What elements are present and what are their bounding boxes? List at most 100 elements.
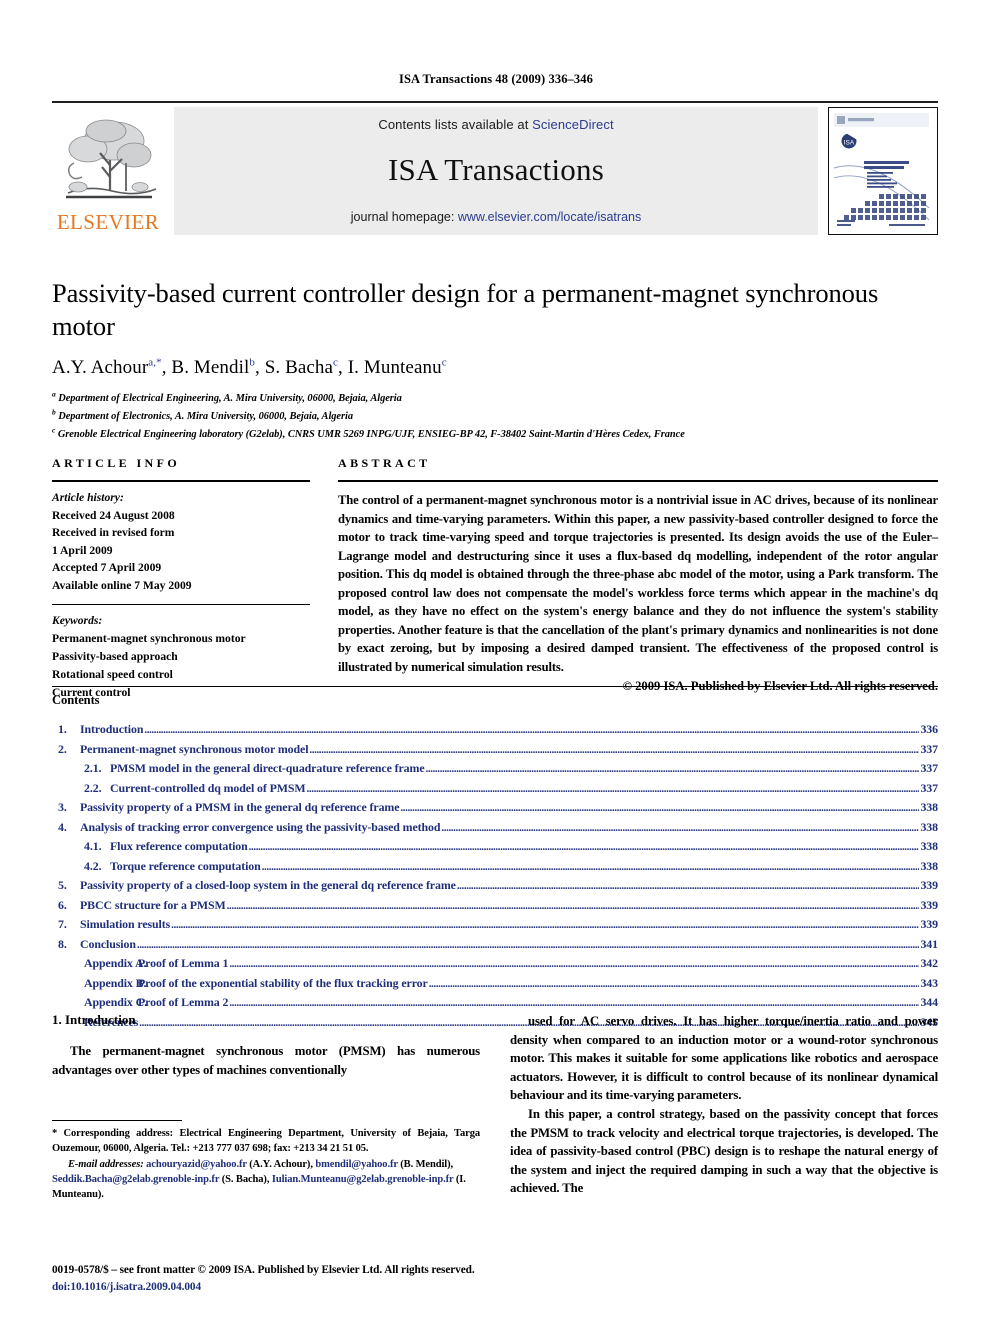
contents-item-label[interactable]: PBCC structure for a PMSM xyxy=(80,896,226,916)
doi-line[interactable]: doi:10.1016/j.isatra.2009.04.004 xyxy=(52,1279,938,1296)
contents-section: Contents 1. Introduction.................… xyxy=(52,686,938,1032)
journal-homepage-line: journal homepage: www.elsevier.com/locat… xyxy=(351,210,641,224)
contents-item[interactable]: 3. Passivity property of a PMSM in the ge… xyxy=(52,798,938,818)
homepage-prefix: journal homepage: xyxy=(350,209,458,224)
contents-item[interactable]: 2.2. Current-controlled dq model of PMSM.… xyxy=(52,779,938,799)
contents-item[interactable]: 4.2. Torque reference computation........… xyxy=(52,857,938,877)
elsevier-wordmark: ELSEVIER xyxy=(56,210,160,234)
history-item: Accepted 7 April 2009 xyxy=(52,561,162,575)
contents-item[interactable]: 2. Permanent-magnet synchronous motor mod… xyxy=(52,740,938,760)
affiliation-text: Department of Electronics, A. Mira Unive… xyxy=(58,410,353,422)
contents-item-label[interactable]: Passivity property of a closed-loop syst… xyxy=(80,876,456,896)
contents-leader-dots: ........................................… xyxy=(229,958,920,971)
contents-item[interactable]: 2.1. PMSM model in the general direct-qua… xyxy=(52,759,938,779)
contents-item-label[interactable]: Current-controlled dq model of PMSM xyxy=(110,779,306,799)
journal-cover-thumbnail: ISA xyxy=(828,107,938,235)
contents-item-page: 343 xyxy=(920,975,938,990)
email-owner: (S. Bacha) xyxy=(221,1173,267,1185)
email-owner: (B. Mendil) xyxy=(400,1158,451,1170)
email-link[interactable]: achouryazid@yahoo.fr xyxy=(146,1159,247,1170)
contents-item[interactable]: 4.1. Flux reference computation..........… xyxy=(52,837,938,857)
email-addresses: E-mail addresses: achouryazid@yahoo.fr (… xyxy=(52,1158,466,1201)
journal-homepage-link[interactable]: www.elsevier.com/locate/isatrans xyxy=(458,210,641,224)
contents-leader-dots: ........................................… xyxy=(226,899,920,912)
contents-item[interactable]: Appendix A. Proof of Lemma 1.............… xyxy=(52,954,938,974)
contents-item[interactable]: 7. Simulation results....................… xyxy=(52,915,938,935)
history-item: 1 April 2009 xyxy=(52,543,113,557)
affiliation-list: a Department of Electrical Engineering, … xyxy=(52,390,938,444)
contents-item-page: 337 xyxy=(920,761,938,776)
contents-item-label[interactable]: Proof of Lemma 2 xyxy=(138,993,228,1013)
email-owner: (A.Y. Achour) xyxy=(249,1158,311,1170)
contents-leader-dots: ........................................… xyxy=(306,782,920,795)
contents-item-page: 337 xyxy=(920,780,938,795)
contents-item-label[interactable]: Torque reference computation xyxy=(110,857,261,877)
sciencedirect-link[interactable]: ScienceDirect xyxy=(532,117,614,132)
email-link[interactable]: Iulian.Munteanu@g2elab.grenoble-inp.fr xyxy=(272,1174,454,1185)
info-abstract-section: ARTICLE INFO Article history: Received 2… xyxy=(52,456,938,702)
history-item: Received 24 August 2008 xyxy=(52,508,175,522)
introduction-paragraph: In this paper, a control strategy, based… xyxy=(510,1107,938,1196)
contents-item[interactable]: 8. Conclusion............................… xyxy=(52,935,938,955)
contents-heading: Contents xyxy=(52,693,100,707)
contents-leader-dots: ........................................… xyxy=(144,724,919,736)
introduction-paragraph: The permanent-magnet synchronous motor (… xyxy=(52,1044,480,1077)
author-name: S. Bacha xyxy=(264,356,334,378)
contents-available-line: Contents lists available at ScienceDirec… xyxy=(378,117,613,132)
contents-item-label[interactable]: Proof of the exponential stability of th… xyxy=(138,974,428,994)
article-history-label: Article history: xyxy=(52,491,124,504)
contents-item[interactable]: 6. PBCC structure for a PMSM.............… xyxy=(52,896,938,916)
contents-leader-dots: ........................................… xyxy=(309,743,919,756)
contents-leader-dots: ........................................… xyxy=(456,880,920,893)
affiliation-mark: c xyxy=(52,425,56,435)
contents-item-label[interactable]: PMSM model in the general direct-quadrat… xyxy=(110,759,425,779)
contents-item-label[interactable]: Proof of Lemma 1 xyxy=(138,954,228,974)
contents-item-label[interactable]: Introduction xyxy=(80,720,143,740)
issn-line: 0019-0578/$ – see front matter © 2009 IS… xyxy=(52,1264,475,1276)
contents-item[interactable]: Appendix C. Proof of Lemma 2.............… xyxy=(52,993,938,1013)
contents-item-page: 338 xyxy=(920,839,938,854)
email-link[interactable]: bmendil@yahoo.fr xyxy=(315,1159,397,1170)
contents-item-page: 344 xyxy=(920,995,938,1010)
keyword-item: Rotational speed control xyxy=(52,667,173,681)
contents-available-prefix: Contents lists available at xyxy=(378,116,533,132)
contents-item-label[interactable]: Analysis of tracking error convergence u… xyxy=(80,818,441,838)
elsevier-logo: ELSEVIER xyxy=(52,107,164,235)
corresponding-address: * Corresponding address: Electrical Engi… xyxy=(52,1128,480,1155)
running-head: ISA Transactions 48 (2009) 336–346 xyxy=(399,72,593,86)
contents-item[interactable]: 1. Introduction..........................… xyxy=(52,720,938,740)
contents-item[interactable]: 4. Analysis of tracking error convergence… xyxy=(52,818,938,838)
affiliation-text: Department of Electrical Engineering, A.… xyxy=(58,392,402,404)
contents-item-page: 339 xyxy=(920,878,938,893)
affiliation-item: c Grenoble Electrical Engineering labora… xyxy=(52,426,938,444)
contents-item-label[interactable]: Passivity property of a PMSM in the gene… xyxy=(80,798,400,818)
contents-item-page: 342 xyxy=(920,956,938,971)
title-block: Passivity-based current controller desig… xyxy=(52,277,938,443)
affiliation-item: b Department of Electronics, A. Mira Uni… xyxy=(52,408,938,426)
history-item: Available online 7 May 2009 xyxy=(52,579,192,593)
paper-page: ISA Transactions 48 (2009) 336–346 ELSEV… xyxy=(0,0,992,1323)
contents-item[interactable]: Appendix B. Proof of the exponential stab… xyxy=(52,974,938,994)
banner-top-rule xyxy=(52,101,938,103)
contents-item-label[interactable]: Simulation results xyxy=(80,915,170,935)
journal-cover-artwork: ISA xyxy=(829,108,934,233)
contents-item[interactable]: 5. Passivity property of a closed-loop sy… xyxy=(52,876,938,896)
affiliation-text: Grenoble Electrical Engineering laborato… xyxy=(57,428,685,440)
footnote-block: * Corresponding address: Electrical Engi… xyxy=(52,1120,480,1203)
contents-item-label[interactable]: Conclusion xyxy=(80,935,136,955)
affiliation-mark: b xyxy=(52,407,56,417)
contents-item-number: 6. xyxy=(58,897,67,912)
contents-item-number: 2.1. xyxy=(84,761,102,776)
contents-item-label[interactable]: Permanent-magnet synchronous motor model xyxy=(80,740,309,760)
body-column-right: used for AC servo drives. It has higher … xyxy=(510,1012,938,1198)
author-name: B. Mendil xyxy=(171,356,250,378)
journal-banner: ELSEVIER Contents lists available at Sci… xyxy=(52,101,938,235)
contents-item-page: 338 xyxy=(920,800,938,815)
email-link[interactable]: Seddik.Bacha@g2elab.grenoble-inp.fr xyxy=(52,1174,219,1185)
affiliation-mark: a xyxy=(52,389,56,399)
author-name: I. Munteanu xyxy=(347,356,442,378)
contents-item-number: 4.1. xyxy=(84,839,102,854)
history-item: Received in revised form xyxy=(52,526,175,540)
contents-item-label[interactable]: Flux reference computation xyxy=(110,837,248,857)
imprint-block: 0019-0578/$ – see front matter © 2009 IS… xyxy=(52,1262,938,1296)
